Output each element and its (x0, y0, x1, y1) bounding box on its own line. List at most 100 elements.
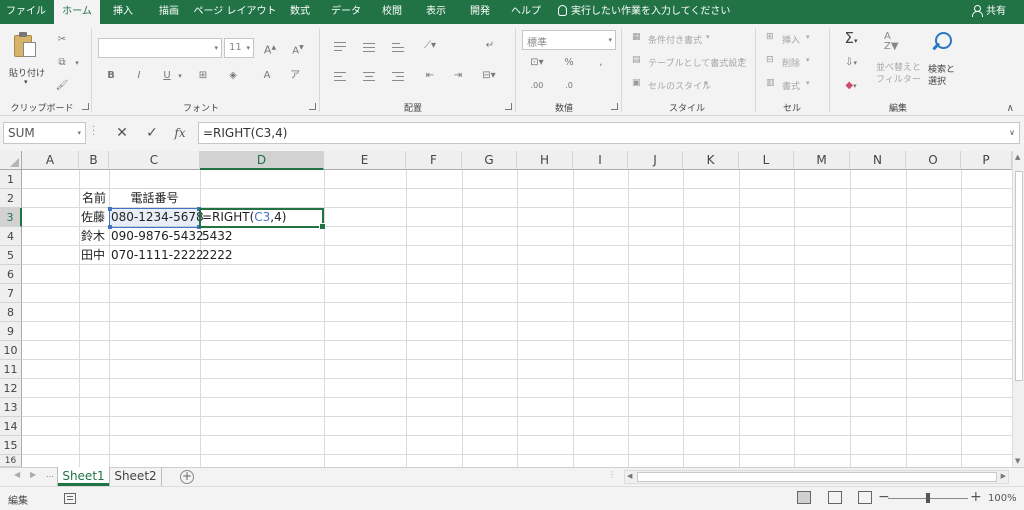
scroll-down-icon[interactable]: ▼ (1015, 457, 1020, 465)
row-header-6[interactable]: 6 (0, 265, 22, 284)
name-box-dropdown-icon[interactable]: ▾ (77, 123, 81, 143)
enter-icon[interactable]: ✓ (142, 122, 162, 144)
orientation-icon[interactable]: ⟋▾ (420, 38, 440, 54)
copy-dropdown-icon[interactable]: ▾ (72, 55, 82, 71)
increase-font-size-icon[interactable]: A▲ (262, 40, 278, 57)
font-size-dropdown[interactable]: 11 ▾ (224, 38, 254, 58)
scroll-right-icon[interactable]: ▶ (1001, 472, 1006, 480)
tab-home[interactable]: ホーム (54, 0, 100, 24)
sheet-tab-sheet1[interactable]: Sheet1 (58, 467, 109, 486)
column-header-f[interactable]: F (406, 151, 462, 170)
collapse-ribbon-icon[interactable]: ∧ (1007, 103, 1014, 114)
align-top-icon[interactable] (334, 42, 348, 52)
select-all-button[interactable] (0, 151, 22, 170)
row-header-11[interactable]: 11 (0, 360, 22, 379)
row-header-16[interactable]: 16 (0, 455, 22, 467)
autosum-icon[interactable]: Σ▾ (840, 30, 862, 46)
sheet-menu-icon[interactable]: … (46, 470, 54, 479)
cell-b3[interactable]: 佐藤 (79, 208, 109, 227)
formula-input[interactable]: =RIGHT(C3,4) ∨ (198, 122, 1020, 144)
column-header-a[interactable]: A (22, 151, 79, 170)
cell-c3[interactable]: 080-1234-5678 (109, 208, 204, 227)
cell-b5[interactable]: 田中 (79, 246, 109, 265)
merge-center-icon[interactable]: ⊟▾ (478, 68, 500, 84)
scroll-left-icon[interactable]: ◀ (627, 472, 632, 480)
page-layout-view-icon[interactable] (828, 491, 842, 504)
expand-formula-bar-icon[interactable]: ∨ (1009, 123, 1015, 143)
tab-formulas[interactable]: 数式 (278, 0, 322, 24)
fill-icon[interactable]: ⇩▾ (840, 55, 862, 71)
paste-button[interactable]: 貼り付け ▾ (6, 28, 46, 90)
row-header-7[interactable]: 7 (0, 284, 22, 303)
tell-me-search[interactable]: 実行したい作業を入力してください (558, 0, 730, 24)
font-launcher-icon[interactable] (309, 103, 316, 110)
name-box[interactable]: SUM ▾ (3, 122, 86, 144)
zoom-in-icon[interactable]: + (970, 489, 982, 505)
normal-view-icon[interactable] (797, 491, 811, 504)
align-left-icon[interactable] (334, 72, 348, 82)
decrease-font-size-icon[interactable]: A▼ (290, 40, 306, 56)
phonetic-icon[interactable]: ア (288, 68, 302, 84)
bold-icon[interactable]: B (104, 68, 118, 84)
row-header-10[interactable]: 10 (0, 341, 22, 360)
active-cell-cursor[interactable] (199, 208, 326, 230)
font-name-dropdown[interactable]: ▾ (98, 38, 222, 58)
column-header-p[interactable]: P (961, 151, 1012, 170)
tab-data[interactable]: データ (322, 0, 370, 24)
tab-developer[interactable]: 開発 (458, 0, 502, 24)
page-break-preview-icon[interactable] (858, 491, 872, 504)
cell-c5[interactable]: 070-1111-2222 (109, 246, 204, 265)
currency-icon[interactable]: ⊡▾ (528, 55, 546, 71)
cut-icon[interactable]: ✂ (54, 32, 70, 48)
italic-icon[interactable]: I (132, 68, 146, 84)
row-header-12[interactable]: 12 (0, 379, 22, 398)
percent-icon[interactable]: % (562, 55, 576, 71)
column-header-j[interactable]: J (628, 151, 683, 170)
row-header-1[interactable]: 1 (0, 170, 22, 189)
zoom-slider-thumb[interactable] (926, 493, 930, 503)
font-color-icon[interactable]: A (260, 68, 274, 84)
format-painter-icon[interactable]: 🖌 (54, 78, 70, 94)
align-center-icon[interactable] (363, 72, 377, 82)
cell-b2[interactable]: 名前 (79, 189, 109, 208)
column-header-o[interactable]: O (906, 151, 961, 170)
zoom-out-icon[interactable]: − (878, 489, 890, 505)
cell-c4[interactable]: 090-9876-5432 (109, 227, 204, 246)
vertical-scroll-thumb[interactable] (1015, 171, 1023, 381)
copy-icon[interactable]: ⧉ (54, 55, 70, 71)
add-sheet-icon[interactable]: + (180, 470, 194, 484)
tab-help[interactable]: ヘルプ (502, 0, 550, 24)
alignment-launcher-icon[interactable] (505, 103, 512, 110)
splitter-handle-icon[interactable]: · · · (92, 123, 96, 141)
cell-c2[interactable]: 電話番号 (109, 189, 200, 208)
align-right-icon[interactable] (392, 72, 406, 82)
increase-decimal-icon[interactable]: .00 (528, 78, 546, 94)
wrap-text-icon[interactable]: ↵ (482, 38, 498, 54)
clear-eraser-icon[interactable]: ◆▾ (840, 78, 862, 94)
sheet-tab-sheet2[interactable]: Sheet2 (110, 467, 162, 486)
row-header-14[interactable]: 14 (0, 417, 22, 436)
cell-d4[interactable]: 5432 (200, 227, 324, 246)
macro-recording-icon[interactable] (64, 493, 76, 504)
tab-file[interactable]: ファイル (0, 0, 52, 24)
column-header-k[interactable]: K (683, 151, 739, 170)
column-header-l[interactable]: L (739, 151, 794, 170)
tab-splitter-icon[interactable]: ⋮ (608, 470, 616, 479)
fill-color-icon[interactable]: ◈ (226, 68, 240, 84)
insert-function-icon[interactable]: fx (170, 122, 190, 144)
underline-icon[interactable]: U (160, 68, 174, 84)
row-header-8[interactable]: 8 (0, 303, 22, 322)
number-format-dropdown[interactable]: 標準 ▾ (522, 30, 616, 50)
comma-style-icon[interactable]: , (594, 55, 608, 71)
tab-insert[interactable]: 挿入 (100, 0, 146, 24)
sort-filter-button[interactable]: A Z▼ 並べ替えと フィルター (872, 30, 922, 92)
tab-draw[interactable]: 描画 (146, 0, 192, 24)
row-header-15[interactable]: 15 (0, 436, 22, 455)
row-header-4[interactable]: 4 (0, 227, 22, 246)
row-header-13[interactable]: 13 (0, 398, 22, 417)
column-header-c[interactable]: C (109, 151, 200, 170)
next-sheet-icon[interactable]: ▶ (30, 470, 36, 479)
find-select-button[interactable]: 検索と 選択 (924, 28, 960, 90)
horizontal-scroll-thumb[interactable] (637, 472, 997, 482)
decrease-indent-icon[interactable]: ⇤ (422, 68, 438, 84)
